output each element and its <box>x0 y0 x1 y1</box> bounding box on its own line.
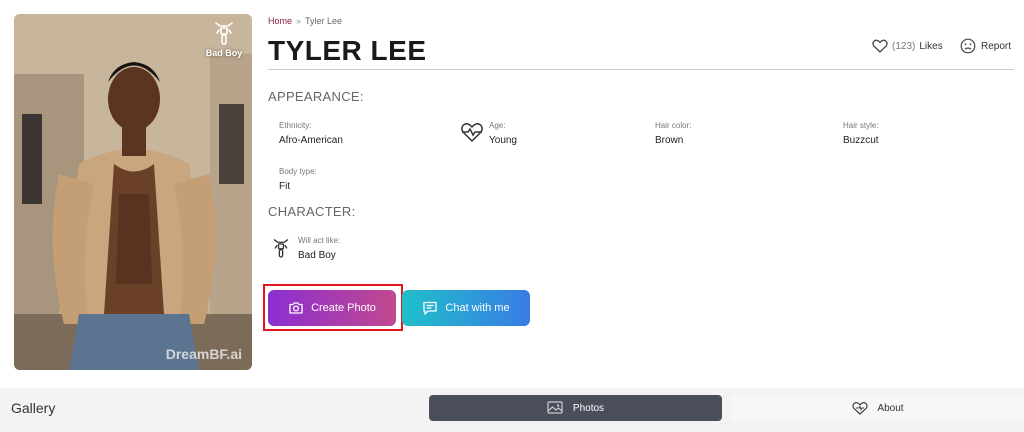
appearance-heading: APPEARANCE: <box>268 89 364 104</box>
ethnicity-label: Ethnicity: <box>279 121 312 130</box>
ethnicity-attribute: Ethnicity: Afro-American <box>279 121 343 146</box>
hair-style-label: Hair style: <box>843 121 879 130</box>
motorcycle-icon <box>215 22 233 45</box>
chat-label: Chat with me <box>445 302 510 314</box>
likes-count: (123) <box>892 40 916 52</box>
act-like-value: Bad Boy <box>298 250 336 261</box>
hair-style-attribute: Hair style: Buzzcut <box>843 121 879 146</box>
breadcrumb: Home » Tyler Lee <box>268 16 342 26</box>
profile-card: Bad Boy DreamBF.ai Home » Tyler Lee TYLER … <box>0 0 1024 388</box>
watermark: DreamBF.ai <box>165 346 242 362</box>
likes-label: Likes <box>919 40 943 52</box>
heartbeat-icon <box>461 123 483 143</box>
act-like-label: Will act like: <box>298 236 341 245</box>
act-like-attribute: Will act like: Bad Boy <box>298 236 340 261</box>
hair-color-attribute: Hair color: Brown <box>655 121 691 146</box>
body-type-label: Body type: <box>279 167 317 176</box>
age-value: Young <box>489 135 517 146</box>
character-type-badge: Bad Boy <box>202 20 246 58</box>
report-label: Report <box>981 40 1012 52</box>
breadcrumb-current: Tyler Lee <box>305 16 343 26</box>
tab-photos-label: Photos <box>572 402 605 414</box>
gallery-heading: Gallery <box>11 400 56 416</box>
body-type-value: Fit <box>279 181 291 192</box>
page-title: TYLER LEE <box>268 35 427 66</box>
camera-icon <box>289 302 303 314</box>
breadcrumb-separator: » <box>296 16 302 26</box>
ethnicity-value: Afro-American <box>279 135 343 146</box>
tab-about[interactable]: About <box>731 395 1024 421</box>
report-button[interactable]: Report <box>960 38 1011 54</box>
character-heading: CHARACTER: <box>268 204 356 219</box>
tab-photos[interactable]: Photos <box>429 395 722 421</box>
hair-color-label: Hair color: <box>655 121 692 130</box>
hair-color-value: Brown <box>655 135 684 146</box>
profile-photo-illustration <box>14 14 252 370</box>
chat-icon <box>423 301 438 315</box>
profile-photo[interactable]: Bad Boy DreamBF.ai <box>14 14 252 370</box>
age-label: Age: <box>489 121 506 130</box>
breadcrumb-home-link[interactable]: Home <box>268 16 292 26</box>
heart-icon <box>872 39 888 53</box>
like-button[interactable]: (123) Likes <box>872 38 943 54</box>
chat-button[interactable]: Chat with me <box>402 290 530 326</box>
badge-label: Bad Boy <box>205 48 243 58</box>
motorcycle-icon <box>273 239 289 258</box>
tab-about-label: About <box>877 402 904 414</box>
age-attribute: Age: Young <box>489 121 517 146</box>
body-type-attribute: Body type: Fit <box>279 167 317 192</box>
image-icon <box>547 401 563 414</box>
hair-style-value: Buzzcut <box>843 135 879 146</box>
create-photo-label: Create Photo <box>311 302 376 314</box>
title-divider <box>268 69 1014 70</box>
create-photo-button[interactable]: Create Photo <box>268 290 396 326</box>
sad-face-icon <box>960 38 976 54</box>
heart-hands-icon <box>852 401 869 415</box>
